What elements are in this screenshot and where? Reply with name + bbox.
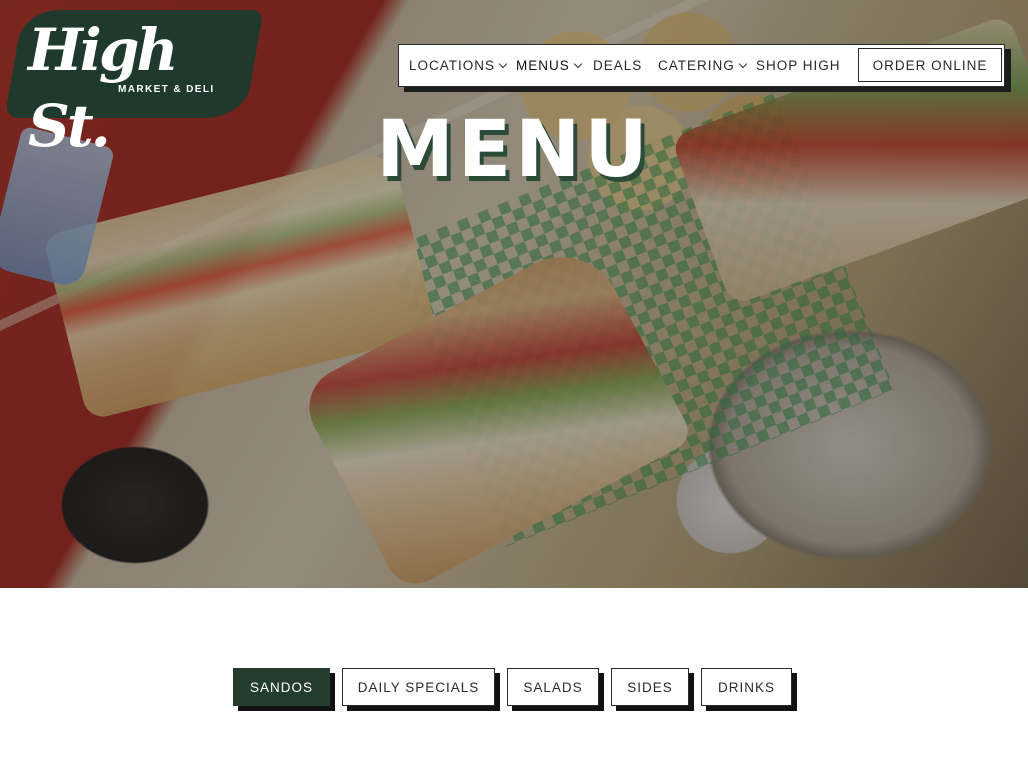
menu-category-tabs: SANDOS DAILY SPECIALS SALADS SIDES DRINK… [0,668,1028,708]
nav-item-deals[interactable]: DEALS [593,45,642,86]
nav-item-label: MENUS [516,58,570,73]
main-nav: LOCATIONS MENUS DEALS CATERING SHOP HIGH… [398,44,1005,87]
nav-item-shop-high[interactable]: SHOP HIGH [756,45,841,86]
nav-item-label: DEALS [593,58,643,73]
site-logo[interactable]: High St. MARKET & DELI [4,10,264,160]
order-online-button[interactable]: ORDER ONLINE [858,48,1002,82]
nav-item-label: SHOP HIGH [756,58,841,73]
nav-item-catering[interactable]: CATERING [658,45,748,86]
chevron-down-icon [573,59,583,69]
nav-item-locations[interactable]: LOCATIONS [409,45,508,86]
logo-tagline: MARKET & DELI [118,84,215,95]
tab-salads[interactable]: SALADS [507,668,599,706]
chevron-down-icon [498,59,508,69]
tab-drinks[interactable]: DRINKS [701,668,792,706]
nav-item-label: LOCATIONS [409,58,496,73]
tab-sides[interactable]: SIDES [611,668,689,706]
nav-item-label: CATERING [658,58,735,73]
tab-daily-specials[interactable]: DAILY SPECIALS [342,668,495,706]
tab-sandos[interactable]: SANDOS [233,668,330,706]
chevron-down-icon [738,59,748,69]
nav-item-menus[interactable]: MENUS [516,45,583,86]
